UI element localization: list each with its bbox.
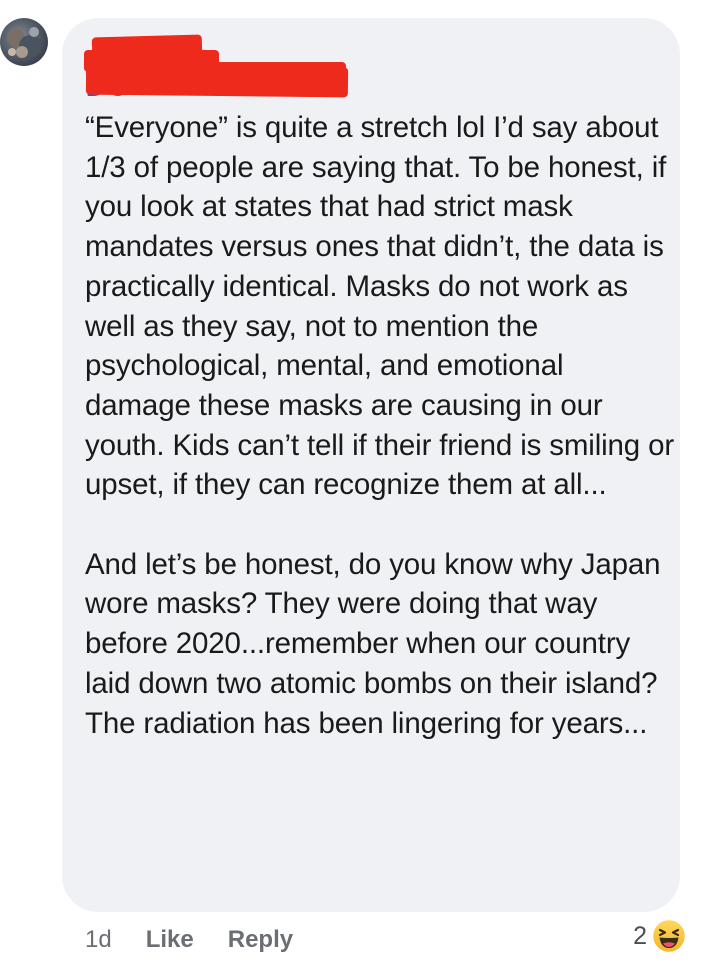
comment-timestamp[interactable]: 1d xyxy=(85,926,112,954)
comment-body: “Everyone” is quite a stretch lol I’d sa… xyxy=(85,111,674,740)
comment-screenshot: D s “Everyone” is quite a stretch lol I’… xyxy=(0,0,701,974)
comment-author[interactable]: D s xyxy=(84,34,354,102)
avatar[interactable] xyxy=(0,18,48,66)
haha-emoji-icon xyxy=(651,918,687,954)
redaction-mark xyxy=(204,62,346,88)
comment-actions: 1d Like Reply xyxy=(85,922,327,958)
reaction-summary[interactable]: 2 xyxy=(633,918,687,954)
reply-button[interactable]: Reply xyxy=(228,926,293,954)
reaction-count: 2 xyxy=(633,921,647,950)
like-button[interactable]: Like xyxy=(146,926,194,954)
avatar-image xyxy=(7,27,41,58)
